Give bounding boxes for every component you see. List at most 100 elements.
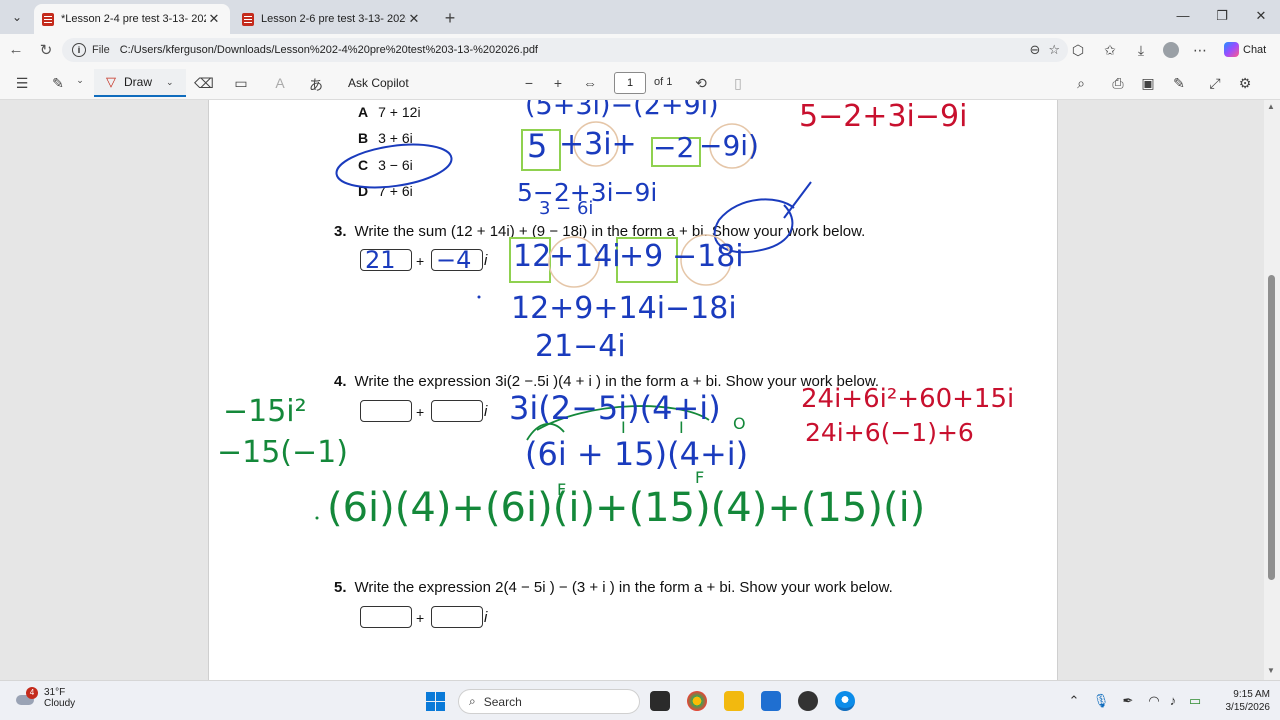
task-view-icon[interactable] bbox=[650, 691, 670, 711]
eraser-icon[interactable]: ⌫ bbox=[194, 75, 214, 92]
page-number-input[interactable]: 1 bbox=[614, 72, 646, 94]
fullscreen-icon[interactable]: ⤢ bbox=[1205, 75, 1225, 92]
close-window-button[interactable]: ✕ bbox=[1246, 8, 1276, 24]
scroll-down-arrow-icon[interactable]: ▼ bbox=[1267, 666, 1275, 675]
copilot-icon bbox=[1224, 42, 1239, 57]
ink-q3-mid-b: −18i bbox=[672, 239, 744, 274]
url-field[interactable]: i File C:/Users/kferguson/Downloads/Less… bbox=[62, 38, 1068, 62]
ink-q4-green-left1: −15i² bbox=[223, 394, 307, 429]
app-icon[interactable] bbox=[798, 691, 818, 711]
battery-icon[interactable]: ▭ bbox=[1186, 693, 1204, 709]
search-icon[interactable]: ⌕ bbox=[1071, 75, 1091, 92]
ink-q4-blue1: 3i(2−5i)(4+i) bbox=[509, 389, 721, 427]
scrollbar-thumb[interactable] bbox=[1268, 275, 1275, 580]
weather-widget[interactable]: 4 31°F Cloudy bbox=[16, 687, 75, 709]
save-as-icon[interactable]: ✎ bbox=[1169, 75, 1189, 92]
ink-q4-blue2: (6i + 15)(4+i) bbox=[525, 435, 749, 473]
tab-actions-menu-button[interactable]: ⌄ bbox=[6, 6, 28, 28]
close-tab-icon[interactable]: ✕ bbox=[406, 11, 422, 27]
refresh-icon[interactable]: ↻ bbox=[36, 41, 56, 59]
ink-q2-boxed-left: 5 bbox=[527, 127, 548, 165]
translate-icon[interactable]: あ bbox=[306, 75, 326, 95]
contents-list-icon[interactable]: ☰ bbox=[12, 75, 32, 92]
ink-q3-box1: 21 bbox=[365, 246, 396, 274]
pen-icon: ▽ bbox=[106, 74, 116, 89]
favorite-star-icon[interactable]: ☆ bbox=[1048, 42, 1060, 58]
new-tab-button[interactable]: + bbox=[440, 8, 460, 29]
start-menu-icon[interactable] bbox=[426, 692, 445, 711]
minimize-button[interactable]: — bbox=[1168, 8, 1198, 23]
weather-temp: 31°F bbox=[44, 687, 66, 698]
pdf-toolbar: ☰ ✎ ⌄ ▽ Draw ⌄ ⌫ ▭ A あ Ask Copilot − + ⇔… bbox=[0, 66, 1280, 100]
close-tab-icon[interactable]: ✕ bbox=[206, 11, 222, 27]
fit-to-page-icon[interactable]: ⇔ bbox=[580, 75, 600, 91]
wifi-icon[interactable]: ◠ bbox=[1145, 693, 1163, 709]
pdf-viewer: A7 + 12i B3 + 6i C3 − 6i D7 + 6i 3. Write… bbox=[0, 100, 1280, 680]
save-icon[interactable]: ▣ bbox=[1138, 75, 1158, 92]
extensions-icon[interactable]: ⬡ bbox=[1068, 42, 1088, 59]
ink-q4-green-left2: −15(−1) bbox=[217, 435, 348, 470]
address-bar: ← ↻ i File C:/Users/kferguson/Downloads/… bbox=[0, 34, 1280, 66]
highlight-dropdown-chevron-icon[interactable]: ⌄ bbox=[70, 75, 90, 86]
ink-q3-box2: −4 bbox=[436, 246, 472, 274]
pdf-page[interactable]: A7 + 12i B3 + 6i C3 − 6i D7 + 6i 3. Write… bbox=[208, 100, 1058, 680]
taskbar-search-box[interactable]: ⌕ Search bbox=[458, 689, 640, 714]
ink-q3-line3: 21−4i bbox=[535, 329, 626, 364]
read-aloud-icon[interactable]: A bbox=[270, 75, 290, 91]
draw-button[interactable]: ▽ Draw ⌄ bbox=[94, 69, 186, 97]
draw-label: Draw bbox=[124, 75, 153, 89]
text-box-icon[interactable]: ▭ bbox=[231, 75, 251, 92]
favorites-icon[interactable]: ✩ bbox=[1100, 42, 1120, 59]
ink-q4-label-i: I bbox=[621, 418, 626, 437]
pen-menu-icon[interactable]: ✒ bbox=[1119, 693, 1137, 709]
info-icon[interactable]: i bbox=[72, 43, 86, 57]
zoom-out-icon[interactable]: − bbox=[519, 75, 539, 91]
downloads-icon[interactable]: ⤓ bbox=[1131, 42, 1151, 59]
microphone-icon[interactable]: 🎙 bbox=[1092, 693, 1110, 709]
ink-q4-green-main: (6i)(4)+(6i)(i)+(15)(4)+(15)(i) bbox=[327, 485, 926, 531]
ink-q2-line1-mid: +3i+ bbox=[559, 127, 637, 162]
back-arrow-icon[interactable]: ← bbox=[6, 41, 26, 58]
zoom-icon[interactable]: ⊖ bbox=[1029, 42, 1040, 58]
maximize-button[interactable]: ❐ bbox=[1207, 8, 1237, 24]
chrome-icon[interactable] bbox=[687, 691, 707, 711]
print-icon[interactable]: ⎙ bbox=[1108, 75, 1128, 92]
profile-avatar[interactable] bbox=[1163, 42, 1179, 58]
file-scheme-label: File bbox=[92, 44, 110, 56]
cloud-icon: 4 bbox=[16, 687, 38, 707]
clock-date: 3/15/2026 bbox=[1225, 702, 1271, 713]
chevron-down-icon[interactable]: ⌄ bbox=[166, 77, 174, 88]
copilot-chat-button[interactable]: Chat bbox=[1224, 42, 1266, 57]
settings-gear-icon[interactable]: ⚙ bbox=[1235, 75, 1255, 92]
ink-q2-line3: 3 − 6i bbox=[539, 198, 594, 219]
scroll-up-arrow-icon[interactable]: ▲ bbox=[1267, 102, 1275, 111]
vertical-scrollbar[interactable]: ▲ ▼ bbox=[1264, 100, 1280, 680]
show-hidden-icons-chevron-icon[interactable]: ⌃ bbox=[1065, 693, 1083, 709]
tab-lesson-2-6[interactable]: Lesson 2-6 pre test 3-13- 2026.pdf ✕ bbox=[234, 4, 430, 34]
windows-taskbar: 4 31°F Cloudy ⌕ Search ⌃ 🎙 ✒ ◠ ♪ ▭ 9:15 … bbox=[0, 680, 1280, 720]
ink-q2-top: (5+3i)−(2+9i) bbox=[525, 100, 719, 121]
ink-q3-line2: 12+9+14i−18i bbox=[511, 291, 737, 326]
tab-lesson-2-4[interactable]: *Lesson 2-4 pre test 3-13- 2026.pdf ✕ bbox=[34, 4, 230, 34]
highlight-icon[interactable]: ✎ bbox=[48, 75, 68, 92]
pdf-file-icon bbox=[42, 12, 54, 26]
ask-copilot-button[interactable]: Ask Copilot bbox=[348, 76, 409, 90]
rotate-icon[interactable]: ⟲ bbox=[691, 75, 711, 92]
ink-q4-label-f: F bbox=[695, 468, 705, 487]
file-explorer-icon[interactable] bbox=[724, 691, 744, 711]
microsoft-store-icon[interactable] bbox=[761, 691, 781, 711]
tab-title: Lesson 2-6 pre test 3-13- 2026.pdf bbox=[261, 13, 406, 25]
ink-q2-line1-end: −9i) bbox=[699, 129, 759, 162]
system-clock[interactable]: 9:15 AM 3/15/2026 bbox=[1222, 688, 1271, 714]
ink-dot bbox=[315, 516, 319, 520]
ink-dot bbox=[477, 295, 481, 299]
ink-q4-label-i: I bbox=[679, 418, 684, 437]
zoom-in-icon[interactable]: + bbox=[548, 75, 568, 91]
notification-badge: 4 bbox=[26, 687, 38, 699]
volume-icon[interactable]: ♪ bbox=[1164, 693, 1182, 708]
edge-browser-icon[interactable] bbox=[835, 691, 855, 711]
ink-q2-boxed-right: −2 bbox=[653, 131, 695, 164]
more-options-icon[interactable]: ⋯ bbox=[1190, 42, 1210, 59]
tab-strip: ⌄ *Lesson 2-4 pre test 3-13- 2026.pdf ✕ … bbox=[0, 0, 1280, 34]
page-view-icon[interactable]: ▯ bbox=[728, 75, 748, 92]
